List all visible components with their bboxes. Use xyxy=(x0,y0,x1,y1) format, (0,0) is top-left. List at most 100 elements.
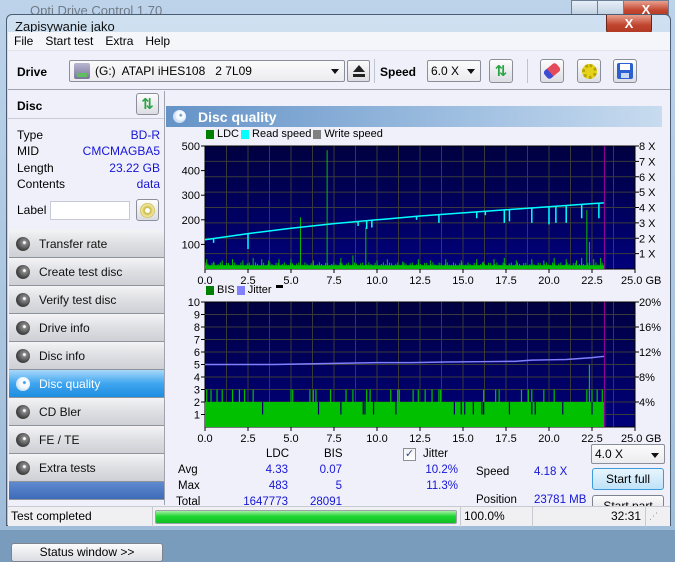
disc-label-input[interactable] xyxy=(50,201,130,220)
y-left-tick-label: 500 xyxy=(182,141,200,153)
start-full-button[interactable]: Start full xyxy=(592,468,664,490)
disc-icon xyxy=(16,265,30,279)
y-left-tick-label: 9 xyxy=(194,310,200,322)
nav-item-extra-tests[interactable]: Extra tests xyxy=(9,454,164,482)
x-tick-label: 22.5 xyxy=(581,275,602,287)
speed-stat-label: Speed xyxy=(476,466,510,478)
y-left-tick-label: 3 xyxy=(194,385,200,397)
x-tick-label: 15.0 xyxy=(452,275,473,287)
col-ldc: LDC xyxy=(266,448,290,460)
nav-list: Transfer rate Create test disc Verify te… xyxy=(9,230,164,500)
y-right-tick-label: 7 X xyxy=(639,156,656,168)
nav-item-create-test-disc[interactable]: Create test disc xyxy=(9,258,164,286)
drive-select[interactable]: (G:) ATAPI iHES108 2 7L09 xyxy=(69,60,345,82)
y-right-tick-label: 12% xyxy=(639,347,661,359)
disc-quality-icon xyxy=(173,110,186,123)
x-tick-label: 15.0 xyxy=(452,433,473,445)
y-left-tick-label: 1 xyxy=(194,410,200,422)
disc-icon xyxy=(16,377,30,391)
y-right-tick-label: 5 X xyxy=(639,187,656,199)
x-tick-label: 5.0 xyxy=(283,433,298,445)
y-right-tick-label: 2 X xyxy=(639,233,656,245)
disc-label-button[interactable] xyxy=(136,199,159,221)
speed-select[interactable]: 6.0 X xyxy=(427,60,481,82)
chevron-down-icon xyxy=(467,69,475,74)
disc-key: MID xyxy=(17,144,39,158)
test-speed-value: 4.0 X xyxy=(595,447,624,461)
disc-title: Disc xyxy=(17,99,43,113)
progress-bar xyxy=(155,510,457,524)
cd-icon xyxy=(140,202,155,218)
erase-button[interactable] xyxy=(540,59,564,83)
disc-value: BD-R xyxy=(130,128,160,142)
disc-row-contents: Contents data xyxy=(17,177,160,192)
disc-refresh-button[interactable]: ⇅ xyxy=(136,93,159,115)
disc-icon xyxy=(16,349,30,363)
nav-item-disc-quality[interactable]: Disc quality xyxy=(9,370,164,398)
bis-chart: 12345678910 4% 8% 12% 16% 20% 0.0 2.5 5.0 7.5 10.0… xyxy=(188,297,662,445)
speed-select-value: 6.0 X xyxy=(431,64,460,78)
save-icon xyxy=(617,63,633,79)
y-left-tick-label: 400 xyxy=(182,166,200,178)
nav-item-verify-test-disc[interactable]: Verify test disc xyxy=(9,286,164,314)
menu-extra[interactable]: Extra xyxy=(105,34,133,48)
disc-key: Contents xyxy=(17,177,66,191)
x-tick-label: 7.5 xyxy=(326,275,341,287)
resize-grip-icon[interactable]: ⋰ xyxy=(646,507,670,527)
nav-item-disc-info[interactable]: Disc info xyxy=(9,342,164,370)
disc-icon xyxy=(16,461,30,475)
progress-fill xyxy=(156,511,456,523)
refresh-speed-button[interactable]: ⇅ xyxy=(489,59,513,83)
eject-button[interactable] xyxy=(347,60,370,82)
menu-start-test[interactable]: Start test xyxy=(45,34,93,48)
disc-row-mid: MID CMCMAGBA5 xyxy=(17,144,160,159)
menu-file[interactable]: File xyxy=(14,34,33,48)
legend-marker xyxy=(275,284,283,288)
disc-icon xyxy=(16,433,30,447)
col-bis: BIS xyxy=(324,448,343,460)
disc-icon xyxy=(16,321,30,335)
jitter-checkbox[interactable]: ✓ xyxy=(403,448,416,461)
y-left-tick-label: 8 xyxy=(194,322,200,334)
x-tick-label: 0.0 xyxy=(197,433,212,445)
menu-help[interactable]: Help xyxy=(145,34,170,48)
refresh-icon: ⇅ xyxy=(494,62,508,80)
disc-key: Type xyxy=(17,128,44,142)
drive-select-value: (G:) ATAPI iHES108 2 7L09 xyxy=(95,64,252,78)
y-right-tick-label: 8% xyxy=(639,372,655,384)
nav-label: Create test disc xyxy=(39,264,123,279)
avg-jitter: 10.2% xyxy=(425,464,458,476)
position-label: Position xyxy=(476,494,517,506)
ldc-chart: 1002003004005001 X2 X3 X4 X5 X6 X7 X8 X0… xyxy=(182,141,662,287)
test-speed-select[interactable]: 4.0 X xyxy=(591,444,665,464)
position-value: 23781 MB xyxy=(534,494,587,506)
nav-label: FE / TE xyxy=(39,432,80,447)
disc-key: Label xyxy=(17,203,47,217)
nav-spacer xyxy=(9,482,164,500)
speed-stat-value: 4.18 X xyxy=(534,466,568,478)
nav-item-fe-te[interactable]: FE / TE xyxy=(9,426,164,454)
disc-icon xyxy=(16,237,30,251)
y-right-tick-label: 1 X xyxy=(639,249,656,261)
avg-ldc: 4.33 xyxy=(265,464,288,476)
settings-button[interactable] xyxy=(577,59,601,83)
save-button[interactable] xyxy=(613,59,637,83)
nav-label: CD Bler xyxy=(39,404,82,419)
disc-key: Length xyxy=(17,161,54,175)
x-tick-label: 20.0 xyxy=(538,275,559,287)
y-right-tick-label: 20% xyxy=(639,297,661,309)
nav-label: Drive info xyxy=(39,320,90,335)
nav-item-transfer-rate[interactable]: Transfer rate xyxy=(9,230,164,258)
nav-item-drive-info[interactable]: Drive info xyxy=(9,314,164,342)
max-label: Max xyxy=(178,480,200,492)
sidebar: Disc ⇅ Type BD-R MID CMCMAGBA5 Length 23… xyxy=(8,91,165,562)
x-tick-label: 12.5 xyxy=(409,433,430,445)
nav-item-cd-bler[interactable]: CD Bler xyxy=(9,398,164,426)
disc-quality-panel: Disc quality LDC Read speed Write speed … xyxy=(166,91,670,522)
status-window-button[interactable]: Status window >> xyxy=(11,543,163,562)
y-left-tick-label: 2 xyxy=(194,397,200,409)
disc-row-length: Length 23.22 GB xyxy=(17,161,160,176)
avg-bis: 0.07 xyxy=(319,464,342,476)
eraser-icon xyxy=(542,62,562,80)
x-tick-label: 25.0 GB xyxy=(621,275,661,287)
